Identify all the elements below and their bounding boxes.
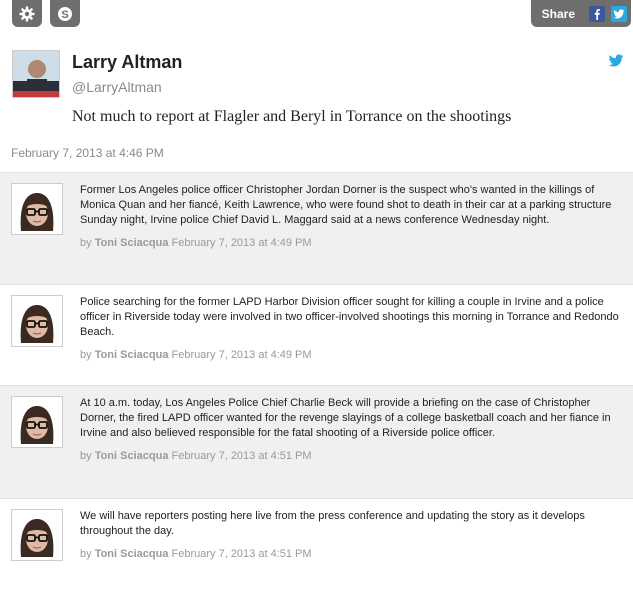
post-body: We will have reporters posting here live… <box>80 509 620 562</box>
post-meta: by Toni Sciacqua February 7, 2013 at 4:5… <box>80 449 620 464</box>
avatar <box>11 509 63 561</box>
settings-button[interactable] <box>12 0 42 27</box>
twitter-bird-link[interactable] <box>608 54 624 73</box>
list-item: Former Los Angeles police officer Christ… <box>0 172 633 284</box>
twitter-bird-icon <box>608 54 624 67</box>
avatar <box>11 396 63 448</box>
list-item: We will have reporters posting here live… <box>0 498 633 594</box>
post-author[interactable]: Toni Sciacqua <box>95 237 169 249</box>
post-body: Police searching for the former LAPD Har… <box>80 295 620 363</box>
post-by: by <box>80 547 92 560</box>
post-by: by <box>80 348 92 361</box>
post-text: Former Los Angeles police officer Christ… <box>80 184 612 226</box>
post-body: At 10 a.m. today, Los Angeles Police Chi… <box>80 396 620 464</box>
post-text: Police searching for the former LAPD Har… <box>80 296 619 338</box>
post-by: by <box>80 236 92 249</box>
tweet-author-handle[interactable]: @LarryAltman <box>72 79 162 95</box>
post-time[interactable]: February 7, 2013 at 4:49 PM <box>172 237 312 249</box>
share-bar: Share <box>531 0 631 27</box>
post-meta: by Toni Sciacqua February 7, 2013 at 4:4… <box>80 236 620 251</box>
tweet-text: Not much to report at Flagler and Beryl … <box>72 108 512 125</box>
post-time[interactable]: February 7, 2013 at 4:51 PM <box>172 450 312 462</box>
list-item: At 10 a.m. today, Los Angeles Police Chi… <box>0 385 633 498</box>
post-text: We will have reporters posting here live… <box>80 510 585 537</box>
post-text: At 10 a.m. today, Los Angeles Police Chi… <box>80 397 611 439</box>
post-time[interactable]: February 7, 2013 at 4:51 PM <box>172 548 312 560</box>
post-author[interactable]: Toni Sciacqua <box>95 548 169 560</box>
post-meta: by Toni Sciacqua February 7, 2013 at 4:4… <box>80 348 620 363</box>
s-badge-icon: S <box>58 6 72 21</box>
tweet-header: Larry Altman @LarryAltman <box>12 48 624 103</box>
share-label: Share <box>541 6 575 21</box>
facebook-share-button[interactable] <box>589 5 605 22</box>
list-item: Police searching for the former LAPD Har… <box>0 284 633 385</box>
post-meta: by Toni Sciacqua February 7, 2013 at 4:5… <box>80 547 620 562</box>
tweet-date[interactable]: February 7, 2013 at 4:46 PM <box>11 146 164 160</box>
s-badge-button[interactable]: S <box>50 0 80 27</box>
post-by: by <box>80 449 92 462</box>
top-toolbar: S Share <box>0 0 633 30</box>
post-body: Former Los Angeles police officer Christ… <box>80 183 620 251</box>
avatar <box>11 183 63 235</box>
post-author[interactable]: Toni Sciacqua <box>95 349 169 361</box>
gear-icon <box>19 6 35 21</box>
avatar <box>11 295 63 347</box>
post-time[interactable]: February 7, 2013 at 4:49 PM <box>172 349 312 361</box>
twitter-icon <box>613 8 625 18</box>
facebook-icon <box>594 8 600 20</box>
twitter-share-button[interactable] <box>611 5 627 22</box>
tweet-author-name[interactable]: Larry Altman <box>72 52 182 73</box>
post-author[interactable]: Toni Sciacqua <box>95 450 169 462</box>
svg-text:S: S <box>61 9 68 21</box>
avatar[interactable] <box>12 50 60 98</box>
